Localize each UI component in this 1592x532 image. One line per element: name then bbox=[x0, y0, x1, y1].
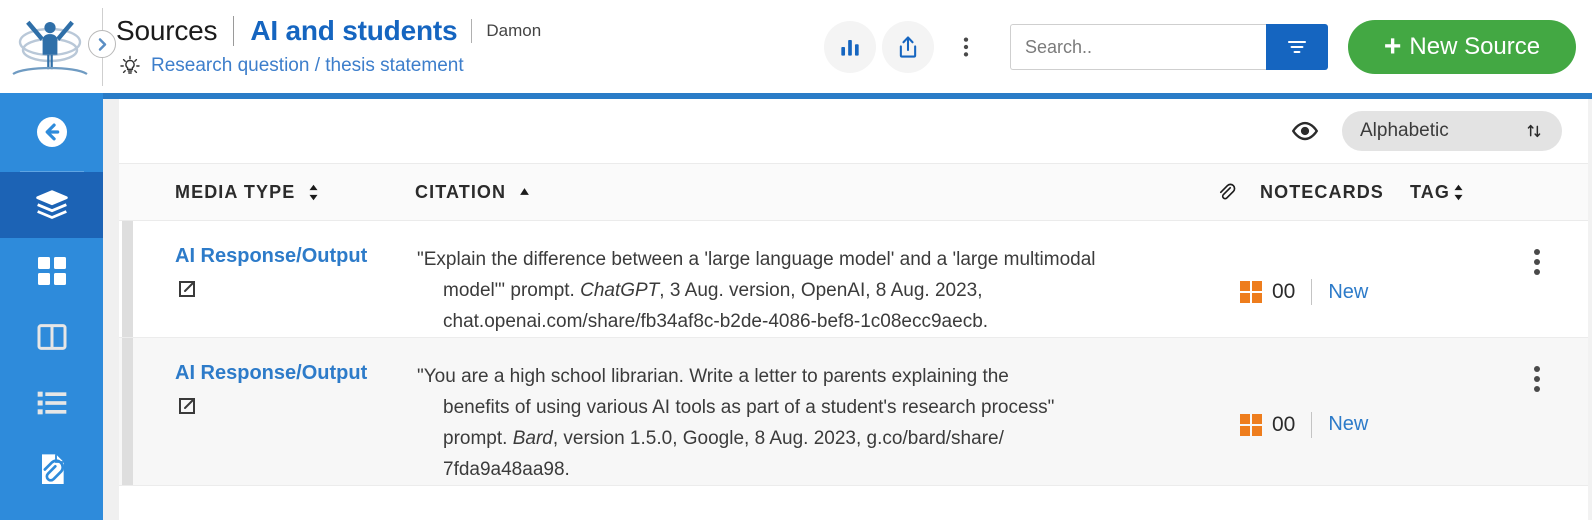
cell-media-type: AI Response/Output bbox=[175, 338, 415, 485]
plus-icon: + bbox=[1383, 30, 1402, 63]
citation-line: prompt. Bard, version 1.5.0, Google, 8 A… bbox=[443, 427, 1004, 449]
filter-icon bbox=[1287, 40, 1307, 54]
paperclip-icon bbox=[1219, 183, 1236, 200]
notecard-grid-icon[interactable] bbox=[1240, 281, 1262, 304]
breadcrumb: Sources AI and students Damon bbox=[116, 12, 541, 50]
table-row[interactable]: AI Response/Output "Explain the differen… bbox=[119, 221, 1592, 339]
row-drag-handle[interactable] bbox=[122, 221, 133, 338]
share-button[interactable] bbox=[882, 21, 934, 73]
sidebar-item-outline[interactable] bbox=[0, 370, 103, 436]
column-header-notecards-label: NOTECARDS bbox=[1260, 181, 1384, 202]
new-source-button[interactable]: + New Source bbox=[1348, 20, 1576, 74]
column-header-media-type[interactable]: MEDIA TYPE bbox=[175, 182, 415, 203]
cell-citation: "You are a high school librarian. Write … bbox=[415, 338, 1115, 485]
sort-order-label: Alphabetic bbox=[1360, 120, 1449, 141]
sort-order-select[interactable]: Alphabetic bbox=[1342, 111, 1562, 151]
external-link-icon[interactable] bbox=[175, 394, 199, 418]
two-columns-icon bbox=[36, 324, 67, 350]
new-source-label: New Source bbox=[1409, 33, 1541, 60]
stacked-books-icon bbox=[35, 190, 68, 219]
notecard-divider bbox=[1311, 411, 1313, 438]
table-footer-space bbox=[119, 486, 1592, 532]
external-link-icon[interactable] bbox=[175, 277, 199, 301]
column-header-tag-label: TAG bbox=[1410, 181, 1450, 202]
new-notecard-link[interactable]: New bbox=[1328, 413, 1368, 436]
header-titles: Sources AI and students Damon Research q… bbox=[116, 0, 541, 78]
header-toolbar: + New Source bbox=[824, 0, 1592, 74]
more-options-button[interactable] bbox=[940, 21, 992, 73]
row-menu-button[interactable] bbox=[1534, 249, 1540, 275]
expand-panel-button[interactable] bbox=[88, 30, 116, 58]
sidebar-item-dashboard[interactable] bbox=[0, 238, 103, 304]
research-question-link[interactable]: Research question / thesis statement bbox=[151, 55, 464, 77]
citation-line: chat.openai.com/share/fb34af8c-b2de-4086… bbox=[443, 310, 989, 332]
cell-row-actions bbox=[1482, 221, 1592, 337]
chevron-right-icon bbox=[98, 37, 106, 51]
breadcrumb-divider bbox=[233, 16, 235, 46]
sidebar-item-back[interactable] bbox=[0, 93, 103, 171]
citation-line: 7fda9a48aa98. bbox=[443, 458, 570, 480]
document-paperclip-icon bbox=[41, 454, 64, 484]
row-menu-button[interactable] bbox=[1534, 366, 1540, 393]
sidebar-item-sources[interactable] bbox=[0, 172, 103, 238]
notecard-divider bbox=[1311, 279, 1313, 306]
column-header-citation[interactable]: CITATION bbox=[415, 182, 1055, 203]
app-header: Sources AI and students Damon Research q… bbox=[0, 0, 1592, 93]
notecard-count: 00 bbox=[1272, 412, 1296, 436]
content-scroll-edge[interactable] bbox=[1588, 99, 1592, 520]
column-header-tag[interactable]: TAG bbox=[1410, 182, 1502, 203]
grid-squares-icon bbox=[37, 257, 66, 285]
app-logo[interactable] bbox=[0, 0, 100, 93]
media-type-link[interactable]: AI Response/Output bbox=[175, 245, 415, 268]
section-label[interactable]: Sources bbox=[116, 15, 218, 47]
left-sidebar bbox=[0, 93, 103, 520]
new-notecard-link[interactable]: New bbox=[1328, 281, 1368, 304]
cell-notecards: 00 New bbox=[1232, 338, 1482, 485]
search-input[interactable] bbox=[1010, 24, 1266, 70]
sort-both-icon bbox=[309, 184, 318, 200]
media-type-link[interactable]: AI Response/Output bbox=[175, 362, 415, 385]
cell-media-type: AI Response/Output bbox=[175, 221, 415, 337]
arrow-left-circle-icon bbox=[36, 117, 67, 147]
sidebar-edge-strip bbox=[103, 99, 119, 520]
sidebar-item-attachments[interactable] bbox=[0, 436, 103, 502]
list-lines-icon bbox=[37, 391, 66, 415]
user-name: Damon bbox=[486, 21, 542, 40]
sidebar-item-columns[interactable] bbox=[0, 304, 103, 370]
notecard-grid-icon[interactable] bbox=[1240, 413, 1262, 436]
project-title[interactable]: AI and students bbox=[250, 15, 457, 47]
cell-notecards: 00 New bbox=[1232, 221, 1482, 337]
column-header-notecards[interactable]: NOTECARDS bbox=[1260, 182, 1410, 203]
vertical-dots-icon bbox=[963, 37, 969, 57]
sort-ascending-icon bbox=[520, 187, 529, 195]
eye-icon bbox=[1291, 121, 1319, 141]
bar-chart-icon bbox=[841, 39, 859, 56]
noodletools-logo-icon bbox=[12, 20, 88, 75]
sort-both-icon bbox=[1454, 184, 1463, 200]
search-group bbox=[1010, 24, 1328, 70]
citation-line: model"' prompt. ChatGPT, 3 Aug. version,… bbox=[443, 279, 983, 301]
citation-line: "Explain the difference between a 'large… bbox=[417, 249, 1096, 270]
sort-updown-arrows-icon bbox=[1527, 124, 1541, 138]
column-header-attachment[interactable] bbox=[1204, 181, 1248, 203]
cell-citation: "Explain the difference between a 'large… bbox=[415, 221, 1115, 337]
visibility-toggle-button[interactable] bbox=[1290, 116, 1320, 146]
research-question-row[interactable]: Research question / thesis statement bbox=[116, 54, 541, 78]
statistics-button[interactable] bbox=[824, 21, 876, 73]
cell-row-actions bbox=[1482, 338, 1592, 485]
filter-button[interactable] bbox=[1266, 24, 1328, 70]
content-area: Alphabetic MEDIA TYPE CITATION NOTECARDS… bbox=[119, 99, 1592, 532]
notecard-count: 00 bbox=[1272, 280, 1296, 304]
table-header-row: MEDIA TYPE CITATION NOTECARDS TAG bbox=[119, 163, 1592, 221]
column-header-citation-label: CITATION bbox=[415, 181, 507, 202]
table-row[interactable]: AI Response/Output "You are a high schoo… bbox=[119, 338, 1592, 487]
row-drag-handle[interactable] bbox=[122, 338, 133, 486]
lightbulb-icon bbox=[120, 55, 140, 74]
breadcrumb-divider-2 bbox=[471, 19, 473, 43]
share-upload-icon bbox=[899, 36, 917, 58]
content-toolbar: Alphabetic bbox=[119, 99, 1592, 163]
citation-line: benefits of using various AI tools as pa… bbox=[443, 397, 1055, 419]
column-header-media-type-label: MEDIA TYPE bbox=[175, 181, 296, 202]
citation-line: "You are a high school librarian. Write … bbox=[417, 366, 1009, 388]
